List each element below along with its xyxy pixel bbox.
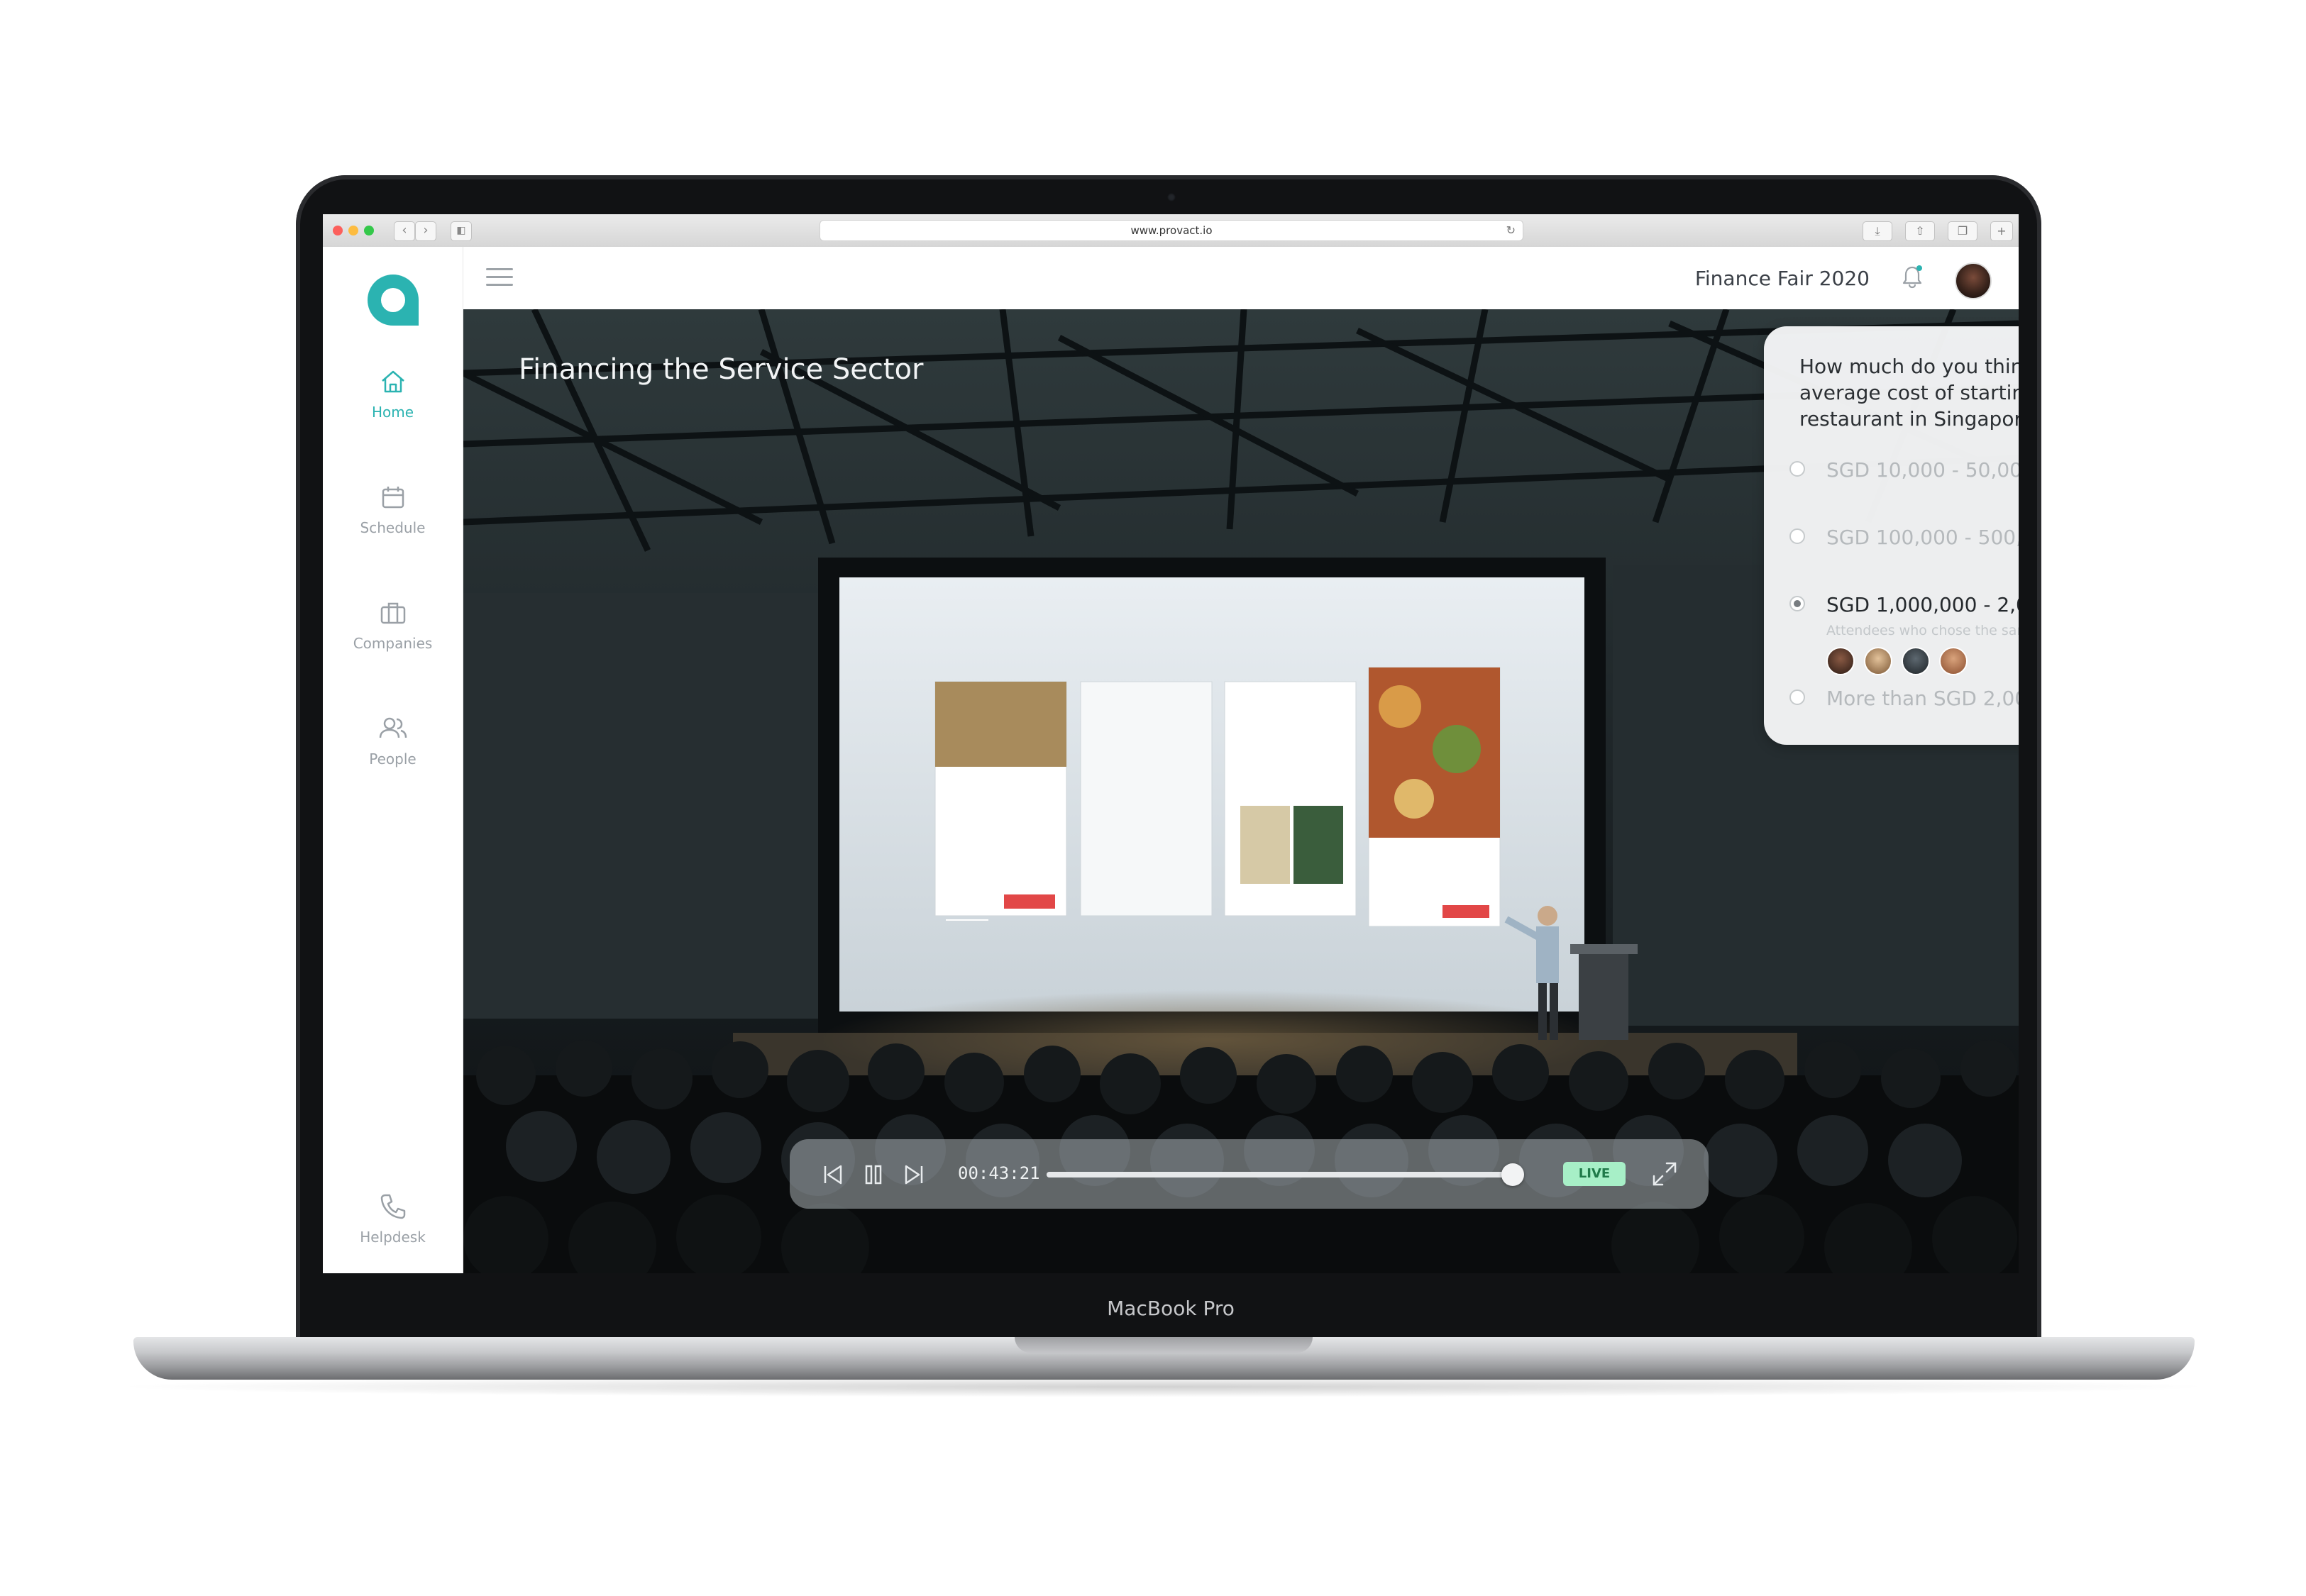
app-header: Finance Fair 2020: [463, 247, 2019, 310]
people-icon: [379, 717, 407, 738]
radio-button-selected[interactable]: [1789, 596, 1805, 611]
avatar[interactable]: [1864, 647, 1893, 675]
skip-back-icon[interactable]: [818, 1160, 846, 1189]
sidebar-item-helpdesk[interactable]: Helpdesk: [323, 1189, 463, 1246]
sidebar-toggle-icon[interactable]: ◧: [451, 221, 472, 241]
poll-option-label: SGD 10,000 - 50,000: [1826, 458, 2019, 482]
sidebar-item-home[interactable]: Home: [323, 364, 463, 421]
screen: ‹ › ◧ www.provact.io ↻ ⤓ ⇧ ❐ + Home Sche…: [323, 214, 2019, 1273]
device-model-label: MacBook Pro: [1107, 1297, 1235, 1320]
radio-button[interactable]: [1789, 689, 1805, 705]
avatar[interactable]: [1902, 647, 1931, 675]
window-close-button[interactable]: [333, 226, 343, 235]
player-controls: 00:43:21 LIVE: [790, 1139, 1709, 1209]
address-bar[interactable]: www.provact.io ↻: [820, 220, 1523, 241]
window-maximize-button[interactable]: [364, 226, 374, 235]
live-badge[interactable]: LIVE: [1563, 1162, 1626, 1186]
sidebar-item-label: Helpdesk: [360, 1229, 426, 1246]
notification-bell-icon[interactable]: [1898, 262, 1926, 291]
sidebar-item-schedule[interactable]: Schedule: [323, 480, 463, 536]
back-icon[interactable]: ‹: [394, 221, 415, 241]
poll-option-label: SGD 100,000 - 500,000: [1826, 526, 2019, 549]
share-icon[interactable]: ⇧: [1905, 221, 1935, 241]
attendee-note: Attendees who chose the same answers:: [1826, 623, 2019, 638]
phone-icon: [380, 1194, 405, 1219]
radio-button[interactable]: [1789, 461, 1805, 477]
home-icon: [381, 370, 404, 393]
camera-icon: [1167, 193, 1176, 201]
radio-button[interactable]: [1789, 528, 1805, 544]
sidebar-item-label: People: [369, 750, 416, 767]
poll-option-label: More than SGD 2,000,000: [1826, 687, 2019, 710]
sidebar-item-label: Companies: [353, 635, 433, 652]
new-tab-icon[interactable]: +: [1990, 221, 2013, 241]
fullscreen-icon[interactable]: [1650, 1159, 1679, 1189]
poll-question: How much do you think is the average cos…: [1799, 355, 2019, 431]
user-avatar[interactable]: [1955, 262, 1992, 299]
url-text: www.provact.io: [1130, 224, 1213, 237]
progress-handle[interactable]: [1501, 1163, 1524, 1186]
stream-title: Financing the Service Sector: [519, 353, 924, 386]
sidebar: Home Schedule Companies People Helpdesk: [323, 247, 463, 1273]
sidebar-item-label: Schedule: [360, 519, 426, 536]
menu-icon[interactable]: [486, 268, 513, 288]
pause-icon[interactable]: [859, 1160, 888, 1189]
poll-option-label: SGD 1,000,000 - 2,000,000: [1826, 593, 2019, 616]
progress-track[interactable]: [1047, 1163, 1524, 1186]
laptop-notch: [1015, 1337, 1313, 1353]
sidebar-item-companies[interactable]: Companies: [323, 595, 463, 652]
browser-toolbar: ‹ › ◧ www.provact.io ↻ ⤓ ⇧ ❐ +: [323, 214, 2019, 248]
download-icon[interactable]: ⤓: [1863, 221, 1892, 241]
sidebar-item-label: Home: [371, 404, 414, 421]
forward-icon[interactable]: ›: [415, 221, 436, 241]
calendar-icon: [382, 487, 404, 509]
briefcase-icon: [380, 602, 405, 624]
event-title: Finance Fair 2020: [1694, 267, 1870, 290]
reload-icon[interactable]: ↻: [1506, 221, 1516, 240]
window-minimize-button[interactable]: [348, 226, 358, 235]
poll-card: How much do you think is the average cos…: [1764, 326, 2019, 745]
playback-time: 00:43:21: [958, 1163, 1040, 1183]
avatar[interactable]: [1826, 647, 1855, 675]
skip-forward-icon[interactable]: [900, 1160, 929, 1189]
sidebar-item-people[interactable]: People: [323, 711, 463, 767]
avatar[interactable]: [1939, 647, 1968, 675]
tabs-icon[interactable]: ❐: [1948, 221, 1977, 241]
video-player[interactable]: Financing the Service Sector How much do…: [463, 309, 2019, 1273]
attendee-avatars: [1826, 647, 1973, 675]
app-logo[interactable]: [365, 272, 421, 328]
progress-fill: [1047, 1172, 1513, 1177]
